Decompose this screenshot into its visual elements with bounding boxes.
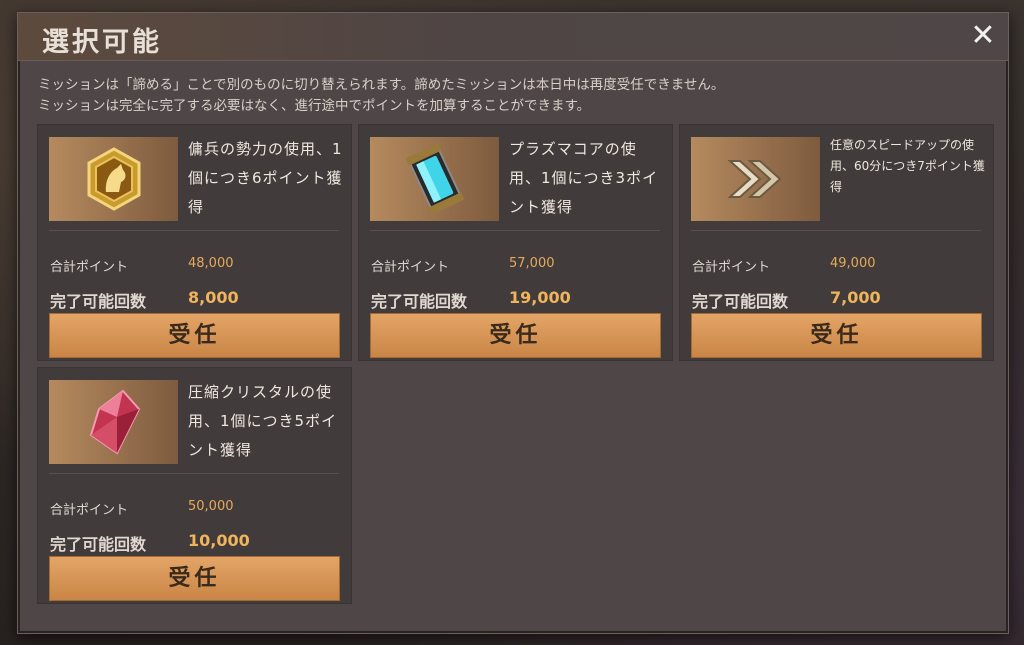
compressed-crystal-icon xyxy=(49,380,178,464)
completable-count-label: 完了可能回数 xyxy=(692,292,789,311)
completable-count-label: 完了可能回数 xyxy=(50,292,147,311)
total-points-label: 合計ポイント xyxy=(50,503,129,518)
total-points-value: 48,000 xyxy=(188,256,234,271)
divider xyxy=(49,230,339,231)
notice-text: ミッションは「諦める」ことで別のものに切り替えられます。諦めたミッションは本日中… xyxy=(38,75,988,117)
accept-button[interactable]: 受任 xyxy=(691,313,982,358)
mission-description: 圧縮クリスタルの使用、1個につき5ポイント獲得 xyxy=(188,383,338,459)
title-bar: 選択可能 ✕ xyxy=(18,13,1008,61)
accept-button[interactable]: 受任 xyxy=(49,556,340,601)
total-points-label: 合計ポイント xyxy=(371,260,450,275)
total-points-value: 49,000 xyxy=(830,256,876,271)
dialog-title: 選択可能 xyxy=(42,27,162,58)
divider xyxy=(370,230,660,231)
mission-description: 傭兵の勢力の使用、1個につき6ポイント獲得 xyxy=(188,140,343,216)
mission-card: 任意のスピードアップの使用、60分につき7ポイント獲得 合計ポイント 49,00… xyxy=(679,124,994,361)
completable-count-value: 7,000 xyxy=(830,288,881,307)
completable-count-value: 8,000 xyxy=(188,288,239,307)
mission-card: 傭兵の勢力の使用、1個につき6ポイント獲得 合計ポイント 48,000 完了可能… xyxy=(37,124,352,361)
completable-count-value: 10,000 xyxy=(188,531,250,550)
plasma-core-icon xyxy=(370,137,499,221)
mission-description: 任意のスピードアップの使用、60分につき7ポイント獲得 xyxy=(830,138,985,194)
mercenary-emblem-icon xyxy=(49,137,178,221)
total-points-value: 57,000 xyxy=(509,256,555,271)
completable-count-label: 完了可能回数 xyxy=(371,292,468,311)
divider xyxy=(691,230,981,231)
mission-select-dialog: 選択可能 ✕ ミッションは「諦める」ことで別のものに切り替えられます。諦めたミッ… xyxy=(17,12,1009,634)
completable-count-label: 完了可能回数 xyxy=(50,535,147,554)
mission-description: プラズマコアの使用、1個につき3ポイント獲得 xyxy=(509,140,659,216)
accept-button[interactable]: 受任 xyxy=(370,313,661,358)
mission-card: 圧縮クリスタルの使用、1個につき5ポイント獲得 合計ポイント 50,000 完了… xyxy=(37,367,352,604)
speedup-chevrons-icon xyxy=(691,137,820,221)
close-icon[interactable]: ✕ xyxy=(968,21,998,51)
total-points-label: 合計ポイント xyxy=(692,260,771,275)
notice-line-1: ミッションは「諦める」ことで別のものに切り替えられます。諦めたミッションは本日中… xyxy=(38,77,725,93)
total-points-label: 合計ポイント xyxy=(50,260,129,275)
mission-card: プラズマコアの使用、1個につき3ポイント獲得 合計ポイント 57,000 完了可… xyxy=(358,124,673,361)
accept-button[interactable]: 受任 xyxy=(49,313,340,358)
total-points-value: 50,000 xyxy=(188,499,234,514)
notice-line-2: ミッションは完全に完了する必要はなく、進行途中でポイントを加算することができます… xyxy=(38,98,591,114)
completable-count-value: 19,000 xyxy=(509,288,571,307)
divider xyxy=(49,473,339,474)
